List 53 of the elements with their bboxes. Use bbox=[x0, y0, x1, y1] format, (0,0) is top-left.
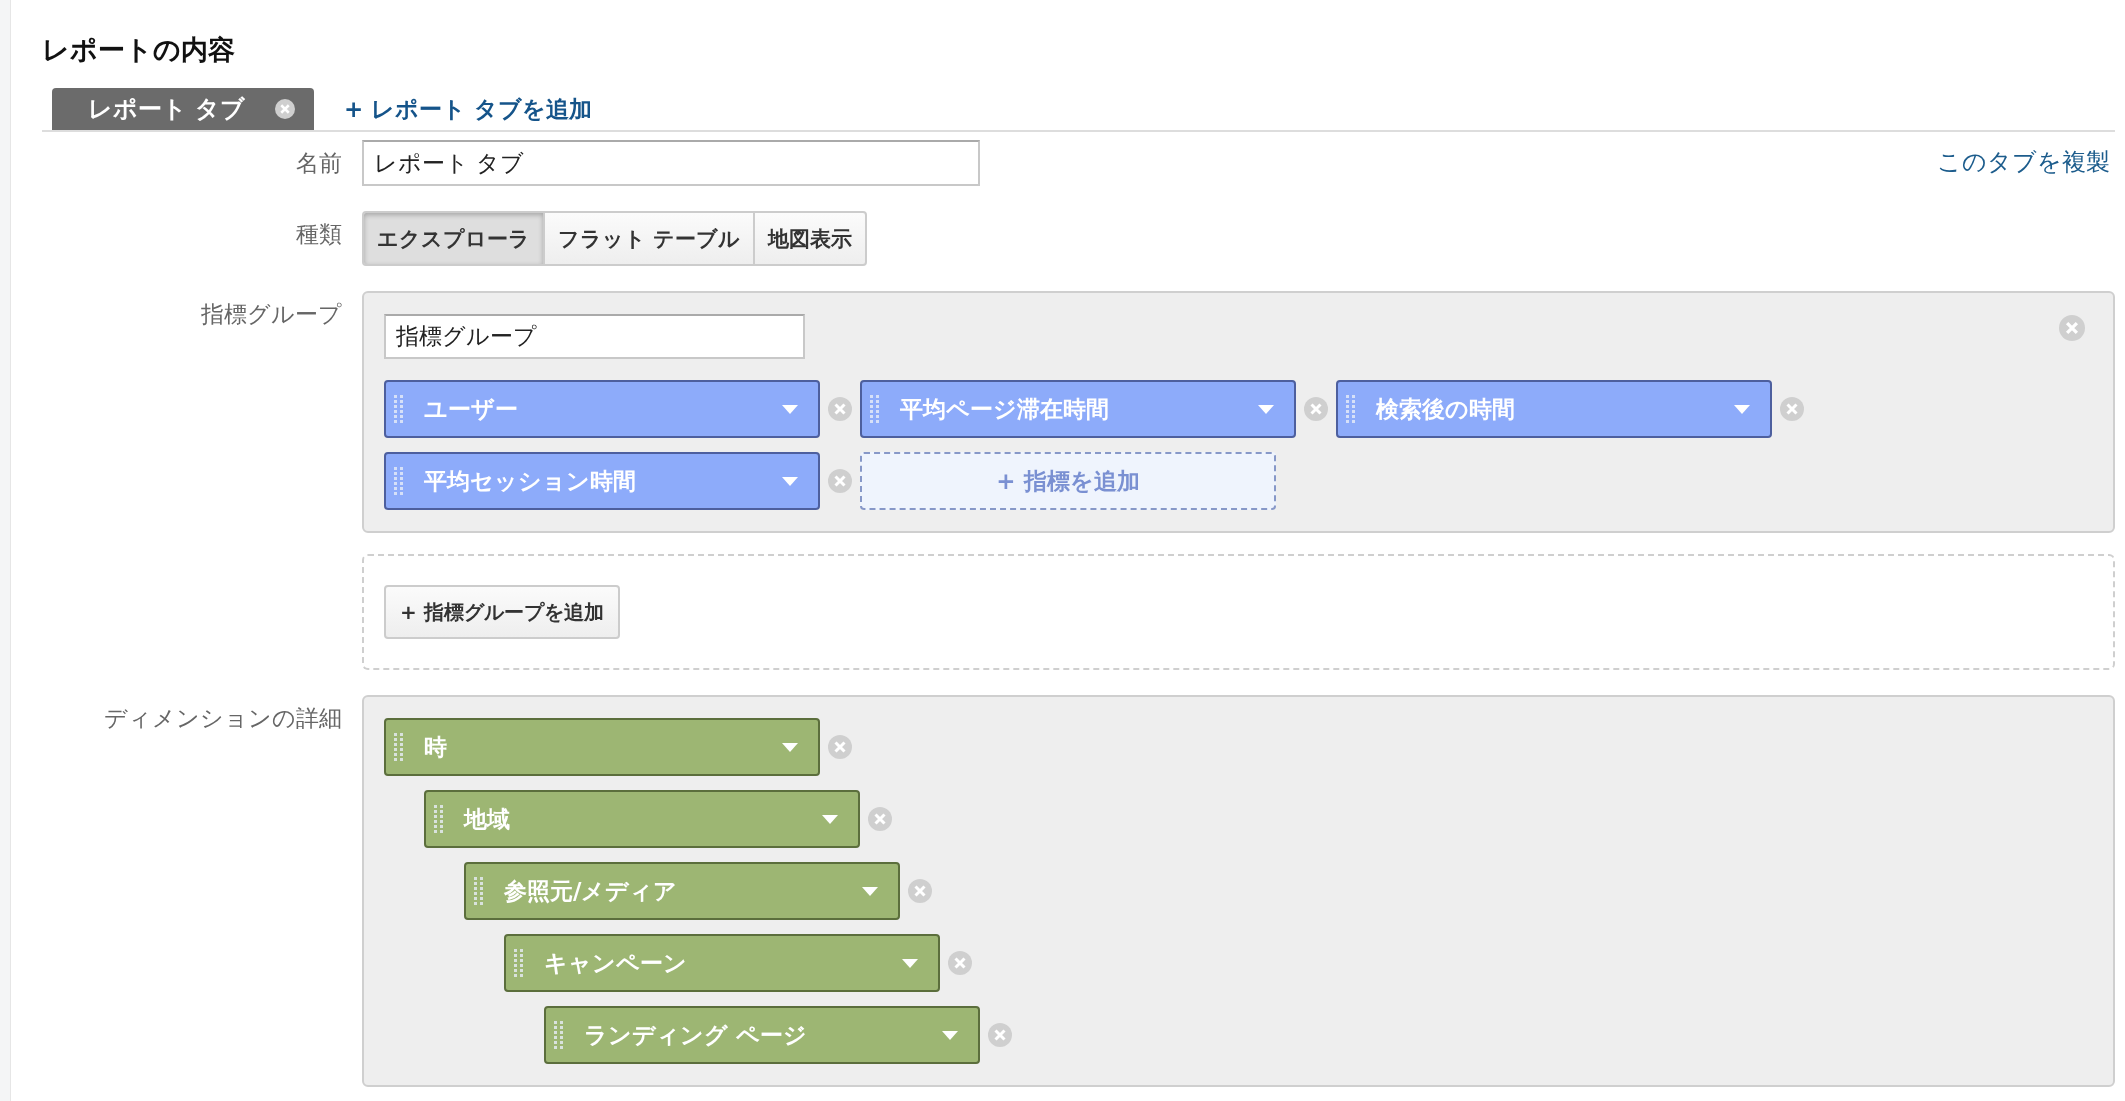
add-tab-link[interactable]: + レポート タブを追加 bbox=[344, 93, 593, 125]
drag-handle-icon[interactable] bbox=[394, 467, 404, 495]
remove-icon[interactable] bbox=[908, 879, 932, 903]
field-label: 種類 bbox=[295, 220, 342, 249]
caret-icon[interactable] bbox=[1258, 404, 1274, 414]
field-label: 名前 bbox=[295, 149, 342, 178]
remove-icon[interactable] bbox=[988, 1023, 1012, 1047]
add-metric-group-button[interactable]: + 指標グループを追加 bbox=[384, 585, 620, 639]
type-toggle-button[interactable]: フラット テーブル bbox=[543, 211, 756, 266]
remove-icon[interactable] bbox=[948, 951, 972, 975]
caret-icon[interactable] bbox=[822, 814, 838, 824]
remove-icon[interactable] bbox=[1304, 397, 1328, 421]
field-label: ディメンションの詳細 bbox=[103, 704, 342, 733]
add-metric-button[interactable]: + 指標を追加 bbox=[860, 452, 1276, 510]
drag-handle-icon[interactable] bbox=[394, 733, 404, 761]
drag-handle-icon[interactable] bbox=[474, 877, 484, 905]
metric-chip[interactable]: 平均ページ滞在時間 bbox=[860, 380, 1296, 438]
caret-icon[interactable] bbox=[1734, 404, 1750, 414]
drag-handle-icon[interactable] bbox=[514, 949, 524, 977]
drag-handle-icon[interactable] bbox=[1346, 395, 1356, 423]
caret-icon[interactable] bbox=[782, 476, 798, 486]
drag-handle-icon[interactable] bbox=[870, 395, 880, 423]
remove-icon[interactable] bbox=[868, 807, 892, 831]
dimension-chip[interactable]: 参照元/メディア bbox=[464, 862, 900, 920]
caret-icon[interactable] bbox=[942, 1030, 958, 1040]
name-input-field[interactable]: レポート タブ bbox=[362, 140, 980, 186]
report-tab[interactable]: レポート タブ bbox=[52, 88, 314, 130]
metric-chip[interactable]: ユーザー bbox=[384, 380, 820, 438]
dimension-chip[interactable]: 地域 bbox=[424, 790, 860, 848]
dimension-chip[interactable]: キャンペーン bbox=[504, 934, 940, 992]
type-toggle-button[interactable]: エクスプローラ bbox=[362, 211, 545, 266]
drag-handle-icon[interactable] bbox=[434, 805, 444, 833]
group-name-input-field[interactable]: 指標グループ bbox=[384, 314, 805, 359]
remove-icon[interactable] bbox=[2059, 315, 2085, 341]
caret-icon[interactable] bbox=[782, 404, 798, 414]
remove-icon[interactable] bbox=[828, 397, 852, 421]
type-toggle-button[interactable]: 地図表示 bbox=[753, 211, 868, 266]
remove-icon[interactable] bbox=[828, 469, 852, 493]
duplicate-tab-link[interactable]: このタブを複製 bbox=[1937, 146, 2110, 178]
caret-icon[interactable] bbox=[862, 886, 878, 896]
metric-chip[interactable]: 検索後の時間 bbox=[1336, 380, 1772, 438]
caret-icon[interactable] bbox=[782, 742, 798, 752]
metric-chip[interactable]: 平均セッション時間 bbox=[384, 452, 820, 510]
drag-handle-icon[interactable] bbox=[554, 1021, 564, 1049]
section-title: レポートの内容 bbox=[42, 33, 236, 67]
field-label: 指標グループ bbox=[200, 300, 342, 329]
caret-icon[interactable] bbox=[902, 958, 918, 968]
remove-icon[interactable] bbox=[1780, 397, 1804, 421]
dimension-chip[interactable]: ランディング ページ bbox=[544, 1006, 980, 1064]
drag-handle-icon[interactable] bbox=[394, 395, 404, 423]
remove-icon[interactable] bbox=[828, 735, 852, 759]
dimension-chip[interactable]: 時 bbox=[384, 718, 820, 776]
close-icon[interactable] bbox=[275, 99, 296, 119]
